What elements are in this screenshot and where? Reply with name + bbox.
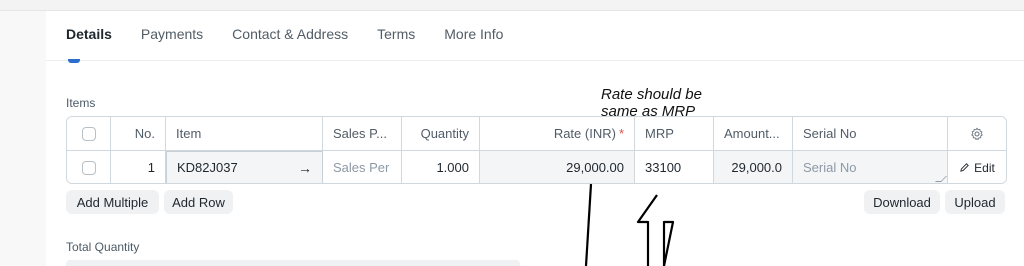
left-sidebar (0, 11, 46, 266)
row-select-cell (67, 151, 111, 183)
resize-handle-icon[interactable] (935, 176, 947, 182)
items-table: No. Item Sales P... Quantity Rate (INR) *… (66, 116, 1007, 184)
download-button[interactable]: Download (864, 190, 940, 214)
form-tabs: Details Payments Contact & Address Terms… (66, 22, 532, 61)
col-serial-no: Serial No (793, 117, 948, 150)
amount-field: 29,000.0 (714, 151, 793, 183)
edit-label: Edit (974, 160, 995, 175)
edit-row-cell: Edit (948, 151, 1006, 183)
row-checkbox[interactable] (81, 160, 96, 175)
mrp-field[interactable]: 33100 (635, 151, 714, 183)
annotation-line-1: Rate should be (601, 86, 702, 103)
add-row-button[interactable]: Add Row (164, 190, 233, 214)
items-section-label: Items (66, 96, 96, 110)
rate-field[interactable]: 29,000.00 (480, 151, 635, 183)
col-rate-label: Rate (INR) (553, 126, 616, 141)
partially-hidden-checkbox[interactable] (68, 59, 80, 63)
col-no: No. (111, 117, 166, 150)
upload-button[interactable]: Upload (945, 190, 1005, 214)
col-quantity: Quantity (402, 117, 480, 150)
item-code-value: KD82J037 (177, 160, 238, 175)
top-bar (0, 0, 1024, 11)
annotation-line (584, 183, 593, 266)
item-code-field[interactable]: KD82J037 → (166, 151, 323, 183)
col-mrp: MRP (635, 117, 714, 150)
tab-details[interactable]: Details (66, 22, 112, 61)
annotation-arrows (584, 183, 675, 266)
add-multiple-button[interactable]: Add Multiple (66, 190, 159, 214)
gear-icon[interactable] (970, 127, 984, 141)
up-arrow-icon (636, 194, 675, 266)
tab-payments[interactable]: Payments (141, 22, 203, 60)
table-header-row: No. Item Sales P... Quantity Rate (INR) *… (67, 117, 1006, 151)
tab-contact-address[interactable]: Contact & Address (232, 22, 348, 60)
tab-terms[interactable]: Terms (377, 22, 415, 60)
select-all-checkbox[interactable] (81, 126, 96, 141)
pencil-icon (960, 163, 969, 172)
sales-person-field[interactable]: Sales Per (323, 151, 402, 183)
total-quantity-label: Total Quantity (66, 240, 140, 254)
tab-more-info[interactable]: More Info (444, 22, 503, 60)
edit-row-button[interactable]: Edit (959, 161, 995, 175)
column-settings-cell (948, 117, 1006, 150)
tabs-divider (46, 60, 1024, 61)
serial-no-placeholder: Serial No (803, 160, 857, 175)
select-all-cell (67, 117, 111, 150)
col-sales-person: Sales P... (323, 117, 402, 150)
col-item: Item (166, 117, 323, 150)
required-marker: * (618, 126, 624, 141)
arrow-right-icon[interactable]: → (298, 160, 312, 176)
quantity-field[interactable]: 1.000 (402, 151, 480, 183)
col-amount: Amount... (714, 117, 793, 150)
row-no: 1 (111, 151, 166, 183)
total-quantity-field (66, 260, 520, 266)
table-row: 1 KD82J037 → Sales Per 1.000 29,000.00 3… (67, 151, 1006, 183)
serial-no-field[interactable]: Serial No (793, 151, 948, 183)
annotation-note: Rate should be same as MRP (601, 86, 702, 120)
col-rate: Rate (INR) * (480, 117, 635, 150)
